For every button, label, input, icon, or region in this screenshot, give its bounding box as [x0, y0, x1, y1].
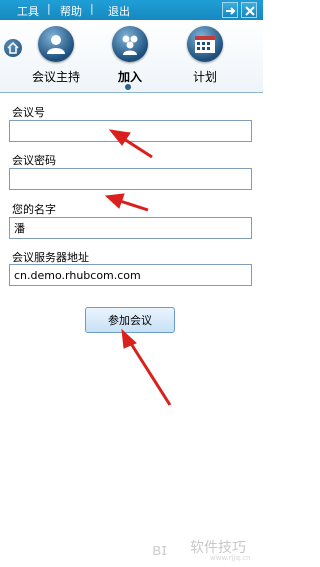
menu-bar: 工具 | 帮助 | 退出	[0, 0, 263, 20]
your-name-label: 您的名字	[12, 203, 56, 216]
tab-label: 加入	[117, 70, 142, 84]
tab-bar: 会议主持 加入 计划	[0, 20, 263, 93]
meeting-id-input[interactable]	[9, 120, 252, 142]
menu-help[interactable]: 帮助	[60, 3, 82, 19]
group-icon	[112, 26, 148, 62]
menu-tools[interactable]: 工具	[17, 3, 39, 19]
meeting-password-label: 会议密码	[12, 154, 56, 167]
menu-exit[interactable]: 退出	[108, 3, 130, 19]
meeting-password-input[interactable]	[9, 168, 252, 190]
tab-schedule[interactable]: 计划	[170, 26, 240, 88]
arrow-right-icon	[226, 7, 236, 15]
person-icon	[38, 26, 74, 62]
arrow-annotation	[128, 341, 172, 406]
tab-join[interactable]: 加入	[95, 26, 165, 88]
active-tab-indicator	[125, 84, 131, 90]
arrow-annotation	[119, 199, 149, 212]
server-address-label: 会议服务器地址	[12, 251, 89, 264]
meeting-id-label: 会议号	[12, 106, 45, 119]
close-icon	[245, 6, 255, 16]
arrow-head	[104, 193, 125, 209]
join-meeting-button[interactable]: 参加会议	[85, 307, 175, 333]
tab-label: 会议主持	[31, 70, 80, 84]
home-icon	[7, 42, 19, 54]
watermark-url: www.rjjq.cn	[210, 554, 251, 562]
calendar-icon	[187, 26, 223, 62]
tab-label: 计划	[192, 70, 217, 84]
close-button[interactable]	[241, 2, 257, 18]
server-address-input[interactable]	[9, 264, 252, 286]
dock-button[interactable]	[222, 2, 238, 18]
menu-separator: |	[90, 2, 94, 15]
svg-text:ʙɪ: ʙɪ	[152, 540, 167, 559]
watermark: ʙɪ 软件技巧 www.rjjq.cn	[150, 535, 262, 563]
tab-host-meeting[interactable]: 会议主持	[21, 26, 91, 88]
watermark-logo: ʙɪ	[152, 540, 167, 559]
your-name-input[interactable]	[9, 217, 252, 239]
home-button[interactable]	[4, 39, 22, 57]
menu-separator: |	[47, 2, 51, 15]
